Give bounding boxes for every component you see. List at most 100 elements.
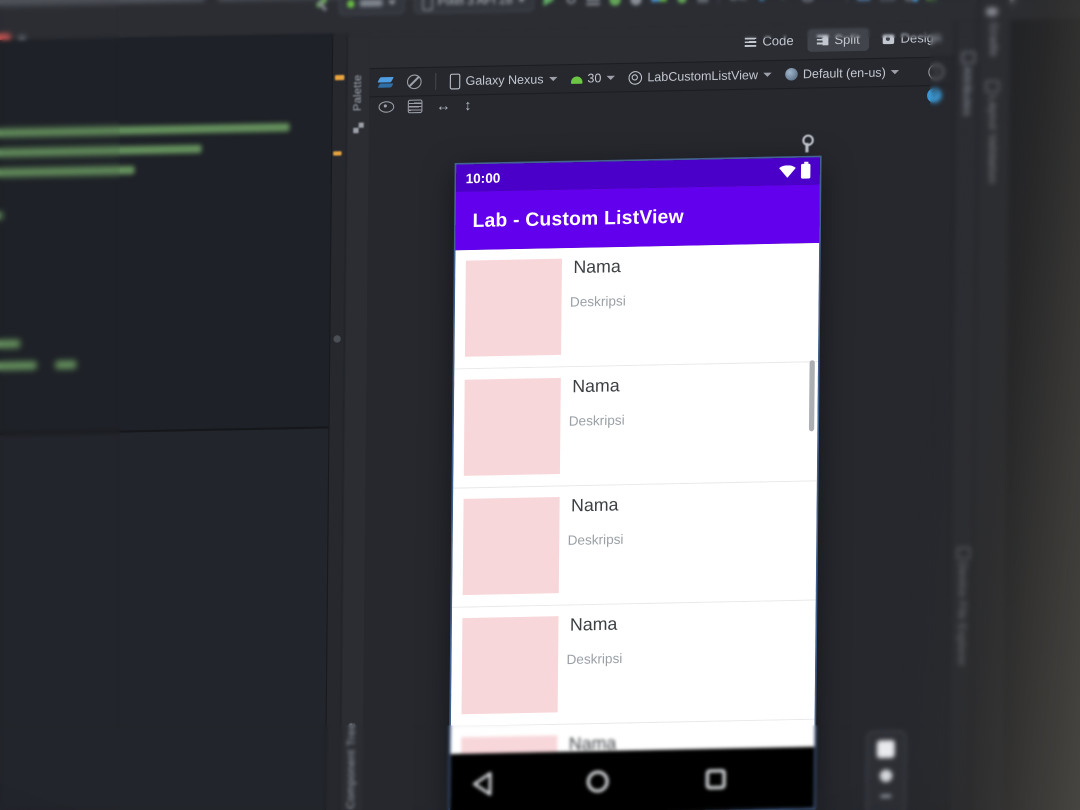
gradle-icon (986, 7, 998, 17)
item-name: Nama (572, 375, 620, 397)
phone-app-bar: Lab - Custom ListView (455, 184, 820, 251)
code-tag-close-blurred (55, 360, 77, 370)
tab-design[interactable]: Design (873, 26, 950, 51)
zoom-to-fit-button[interactable] (876, 740, 895, 759)
phone-icon (449, 73, 461, 89)
chevron-down-icon (606, 75, 615, 81)
toolbar-separator (435, 73, 437, 90)
git-update-icon[interactable] (757, 0, 769, 3)
globe-icon (785, 67, 798, 81)
editor-lower-pane[interactable] (0, 428, 329, 810)
listview: Nama Deskripsi Nama Deskripsi Nama Deskr… (450, 243, 820, 755)
device-for-preview-dropdown[interactable]: Galaxy Nexus (449, 71, 558, 89)
battery-icon (800, 163, 811, 179)
theme-dropdown[interactable]: LabCustomListView (628, 67, 772, 85)
list-item: Nama Deskripsi (450, 600, 816, 728)
run-config-dropdown[interactable] (338, 0, 405, 16)
orientation-horizontal-icon[interactable] (436, 98, 451, 113)
gradle-tool-button[interactable]: Gradle (987, 22, 1000, 57)
palette-tool-button[interactable]: Palette (351, 74, 364, 111)
zoom-out-button[interactable] (880, 794, 892, 798)
locale-label: Default (en-us) (802, 65, 886, 82)
tab-split-label: Split (834, 32, 860, 48)
preview-device-label: Galaxy Nexus (465, 71, 544, 89)
rollback-icon[interactable] (825, 0, 837, 1)
design-mode-icon (882, 34, 895, 44)
help-icon[interactable] (926, 87, 942, 103)
tab-design-label: Design (900, 30, 942, 46)
tab-code[interactable]: Code (735, 29, 803, 53)
list-item: Nama Deskripsi (453, 362, 818, 489)
zoom-in-button[interactable] (879, 769, 893, 783)
attributes-tool-button[interactable]: Attributes (960, 66, 973, 116)
code-line-blurred (0, 144, 202, 158)
app-bar-title: Lab - Custom ListView (472, 204, 684, 232)
code-line-blurred (0, 339, 21, 349)
history-icon[interactable] (800, 0, 816, 2)
render-options-icon[interactable] (406, 74, 422, 90)
attributes-icon (961, 51, 976, 64)
locale-dropdown[interactable]: Default (en-us) (785, 65, 900, 82)
device-file-explorer-icon (957, 547, 971, 560)
debug-button[interactable] (609, 0, 622, 6)
api-level-dropdown[interactable]: 30 (570, 70, 615, 86)
item-description: Deskripsi (569, 292, 626, 310)
status-icons (779, 163, 811, 179)
orientation-vertical-icon[interactable] (464, 97, 471, 112)
tab-split[interactable]: Split (807, 27, 870, 53)
chevron-down-icon (763, 72, 772, 77)
chevron-down-icon (517, 0, 527, 3)
list-item: Nama Deskripsi (454, 243, 820, 370)
layout-validation-icon (985, 80, 1000, 93)
terminal-icon[interactable] (879, 0, 896, 1)
design-surface[interactable]: 10:00 Lab - Custom ListView Nama Deskrip… (361, 106, 955, 810)
nav-home-icon (586, 770, 609, 793)
scrollbar-warning-mark (334, 74, 345, 81)
code-editor[interactable] (0, 33, 333, 810)
code-mode-icon (744, 36, 757, 47)
splitter-knob (333, 335, 341, 343)
phone-preview[interactable]: 10:00 Lab - Custom ListView Nama Deskrip… (450, 157, 820, 810)
list-scrollbar (808, 360, 815, 432)
device-dropdown[interactable]: Pixel 3 API 28 (413, 0, 535, 14)
item-thumbnail (464, 258, 562, 357)
code-line-blurred (0, 211, 3, 221)
scrollbar-warning-mark (333, 151, 342, 156)
chevron-down-icon (891, 70, 900, 75)
item-thumbnail (463, 377, 561, 476)
list-view-icon[interactable] (407, 98, 423, 113)
apply-code-changes-icon[interactable] (586, 0, 601, 5)
theme-icon (628, 70, 643, 85)
code-line-blurred (0, 165, 135, 178)
run-config-status-dot (346, 0, 355, 8)
phone-nav-bar (450, 746, 815, 810)
run-button[interactable] (543, 0, 556, 7)
view-options-icon[interactable] (378, 100, 395, 113)
attach-debugger-icon[interactable] (630, 0, 642, 5)
build-hammer-icon[interactable] (313, 0, 329, 12)
android-icon (570, 75, 583, 84)
toolbar-separator (718, 0, 720, 5)
main-toolbar: Pixel 3 API 28 Git: (313, 0, 1014, 16)
run-config-label-blurred (359, 0, 383, 7)
info-icon[interactable] (928, 63, 945, 80)
device-dropdown-label: Pixel 3 API 28 (437, 0, 513, 9)
layers-icon[interactable] (379, 76, 394, 89)
chevron-down-icon (387, 0, 397, 6)
toolbar-separator (846, 0, 848, 3)
git-commit-icon[interactable] (779, 0, 791, 2)
list-item: Nama Deskripsi (452, 481, 817, 608)
apply-changes-icon[interactable] (565, 0, 577, 7)
item-description: Deskripsi (567, 531, 624, 549)
wrench-icon[interactable] (802, 134, 814, 147)
palette-icon (353, 122, 364, 134)
layout-validation-tool-button[interactable]: Layout Validation (986, 95, 999, 184)
android-studio-window: Pixel 3 API 28 Git: (0, 0, 1080, 810)
component-tree-tool-button[interactable]: Component Tree (345, 722, 358, 808)
profile-app-icon[interactable] (677, 0, 688, 3)
profiler-icon[interactable] (651, 0, 668, 2)
git-label: Git: (729, 0, 749, 3)
chevron-down-icon (548, 76, 558, 82)
stop-button[interactable] (697, 0, 709, 3)
device-file-explorer-tool-button[interactable]: Device File Explorer (955, 562, 969, 667)
